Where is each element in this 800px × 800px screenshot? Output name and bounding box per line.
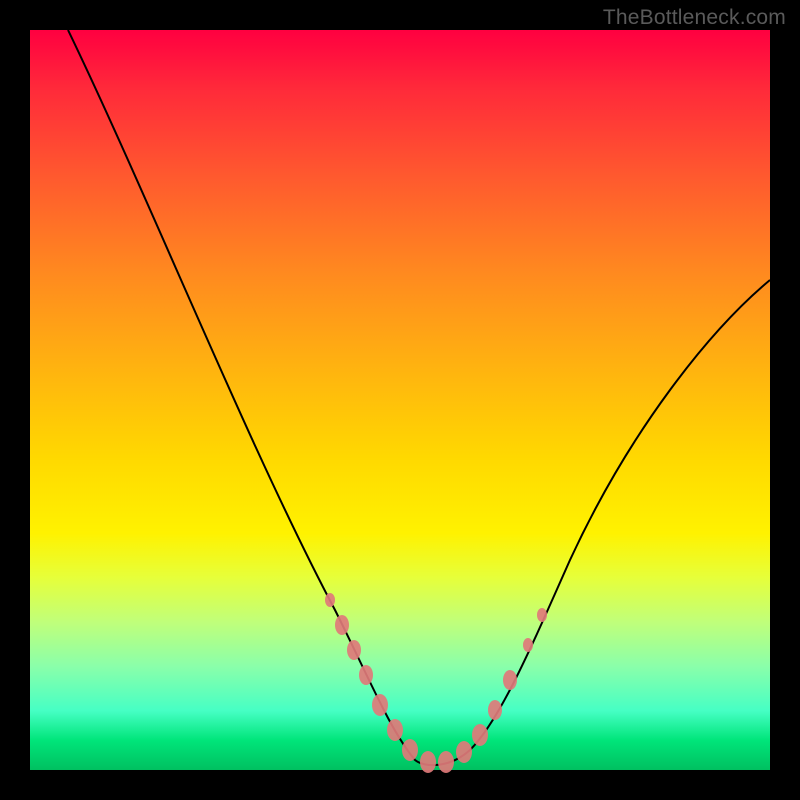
marker-point bbox=[359, 665, 373, 685]
marker-point bbox=[472, 724, 488, 746]
marker-point bbox=[387, 719, 403, 741]
marker-point bbox=[523, 638, 533, 652]
plot-area bbox=[30, 30, 770, 770]
chart-frame: TheBottleneck.com bbox=[0, 0, 800, 800]
marker-point bbox=[402, 739, 418, 761]
marker-point bbox=[325, 593, 335, 607]
marker-point bbox=[488, 700, 502, 720]
marker-point bbox=[456, 741, 472, 763]
marker-point bbox=[438, 751, 454, 773]
marker-point bbox=[420, 751, 436, 773]
watermark-text: TheBottleneck.com bbox=[603, 6, 786, 30]
marker-layer bbox=[30, 30, 770, 770]
marker-point bbox=[372, 694, 388, 716]
marker-point bbox=[537, 608, 547, 622]
marker-point bbox=[347, 640, 361, 660]
marker-point bbox=[335, 615, 349, 635]
marker-point bbox=[503, 670, 517, 690]
